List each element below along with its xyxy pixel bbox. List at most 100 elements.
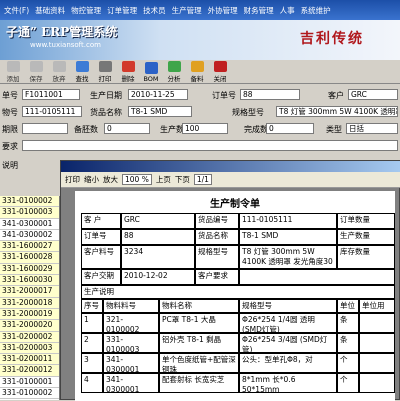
next-page-button[interactable]: 下页 (175, 174, 190, 185)
list-item[interactable]: 331-0200012 (0, 365, 59, 377)
cell-h3: 订单数量 (337, 213, 395, 229)
menu-base[interactable]: 基础资料 (35, 5, 65, 16)
zoom-select[interactable]: 100 % (122, 174, 152, 185)
order-no-label: 单号 (2, 91, 18, 100)
part-no-label: 物号 (2, 108, 18, 117)
type-label: 类型 (326, 125, 342, 134)
menu-production[interactable]: 生产管理 (172, 5, 202, 16)
done-field[interactable]: 0 (266, 123, 314, 134)
stock-field[interactable]: 0 (104, 123, 150, 134)
find-button[interactable]: 查找 (71, 61, 93, 83)
analyze-icon (167, 61, 181, 72)
order-no-field[interactable]: F1011001 (22, 89, 80, 100)
list-item[interactable]: 331-0100003 (0, 207, 59, 219)
delete-button[interactable]: 删除 (117, 61, 139, 83)
list-item[interactable]: 331-2000020 (0, 320, 59, 332)
menu-bar: 文件(F) 基础资料 物控管理 订单管理 技术员 生产管理 外协管理 财务管理 … (0, 0, 400, 20)
goods-no-field[interactable]: T8-1 SMD (128, 106, 192, 117)
list-item[interactable]: 341-0300002 (0, 230, 59, 242)
table-cell: 公头：型单孔Φ8，对 (239, 353, 337, 373)
add-button[interactable]: 添加 (2, 61, 24, 83)
material-list[interactable]: 331-0100002 331-0100003 341-0300001 341-… (0, 196, 60, 400)
qty-label: 生产数 (160, 125, 184, 134)
order-form: 单号 F1011001 生产日期 2010-11-25 订单号 88 客户 GR… (0, 84, 400, 170)
save-button[interactable]: 保存 (25, 61, 47, 83)
prod-date-field[interactable]: 2010-11-25 (128, 89, 188, 100)
menu-file[interactable]: 文件(F) (4, 5, 29, 16)
preview-toolbar: 打印 缩小 放大 100 % 上页 下页 1/1 (61, 172, 400, 188)
prod-date-label: 生产日期 (90, 91, 122, 100)
menu-hr[interactable]: 人事 (280, 5, 295, 16)
cell-h7: 客户料号 (81, 245, 121, 269)
table-cell: Φ26*254 1/4圆 透明 (SMD灯管) (239, 313, 337, 333)
table-cell (359, 373, 395, 393)
list-item[interactable]: 331-1600027 (0, 241, 59, 253)
prepare-icon (190, 61, 204, 72)
prev-page-button[interactable]: 上页 (156, 174, 171, 185)
list-item[interactable]: 341-0300001 (0, 219, 59, 230)
cell-h11: 客户要求 (195, 269, 239, 285)
cell-v2: 111-0105111 (239, 213, 337, 229)
zoom-out-button[interactable]: 缩小 (84, 174, 99, 185)
menu-outsource[interactable]: 外协管理 (208, 5, 238, 16)
list-item[interactable]: 331-0200003 (0, 342, 59, 355)
order-code-field[interactable]: 88 (240, 89, 300, 100)
bom-button[interactable]: BOM (140, 61, 162, 83)
part-no-field[interactable]: 111-0105111 (22, 106, 82, 117)
menu-tech[interactable]: 技术员 (143, 5, 166, 16)
cell-v10: 2010-12-02 (121, 269, 195, 285)
spec-field[interactable]: T8 灯管 300mm 5W 4100K 透明罩 (276, 106, 398, 117)
table-cell (359, 353, 395, 373)
list-item[interactable]: 331-2000018 (0, 297, 59, 309)
table-cell (359, 313, 395, 333)
list-item[interactable]: 331-1600028 (0, 252, 59, 264)
cancel-icon (52, 61, 66, 72)
prepare-button[interactable]: 备料 (186, 61, 208, 83)
brand-slogan: 吉利传统 (300, 31, 364, 47)
qty-field[interactable]: 100 (182, 123, 228, 134)
list-item[interactable]: 331-1600029 (0, 263, 59, 276)
list-item[interactable]: 331-0200002 (0, 331, 59, 343)
cell-v7: 3234 (121, 245, 195, 269)
table-cell: PC罩 T8-1 大晶 (159, 313, 239, 333)
list-item[interactable]: 331-1600030 (0, 275, 59, 287)
table-cell: 4 (81, 373, 103, 393)
page-indicator[interactable]: 1/1 (193, 174, 212, 185)
printer-icon (98, 61, 112, 72)
menu-finance[interactable]: 财务管理 (244, 5, 274, 16)
require-field[interactable] (22, 140, 398, 151)
print-button[interactable]: 打印 (94, 61, 116, 83)
zoom-in-button[interactable]: 放大 (103, 174, 118, 185)
table-cell: 个 (337, 353, 359, 373)
delete-icon (121, 61, 135, 72)
customer-field[interactable]: GRC (348, 89, 398, 100)
menu-material[interactable]: 物控管理 (71, 5, 101, 16)
list-item[interactable]: 331-0100002 (0, 388, 59, 400)
analyze-button[interactable]: 分析 (163, 61, 185, 83)
cancel-button[interactable]: 放弃 (48, 61, 70, 83)
list-item[interactable]: 331-0200011 (0, 354, 59, 366)
cell-h8: 规格型号 (195, 245, 239, 269)
menu-system[interactable]: 系统维护 (301, 5, 331, 16)
table-cell: 341-0300001 (103, 353, 159, 373)
brand-name: 子通” ERP管理系统 (6, 25, 118, 39)
cell-v5: T8-1 SMD (239, 229, 337, 245)
table-cell: Φ26*254 3/4圆 (SMD灯管) (239, 333, 337, 353)
menu-order[interactable]: 订单管理 (107, 5, 137, 16)
table-cell: 1 (81, 313, 103, 333)
list-item[interactable]: 331-0100001 (0, 377, 59, 389)
cell-v11 (239, 269, 395, 285)
close-button[interactable]: 关闭 (209, 61, 231, 83)
done-label: 完成数 (244, 125, 268, 134)
print-preview-button[interactable]: 打印 (65, 174, 80, 185)
type-field[interactable]: 日括 (346, 123, 398, 134)
cell-v8: T8 灯管 300mm 5W 4100K 透明罩 发光角度30 (239, 245, 337, 269)
col-usage: 单位用 (359, 299, 395, 313)
report-page: 生产制令单 客 户 GRC 货品编号 111-0105111 订单数量 订单号 … (75, 191, 395, 401)
list-item[interactable]: 331-2000019 (0, 308, 59, 321)
print-preview-window: 打印 缩小 放大 100 % 上页 下页 1/1 生产制令单 客 户 GRC 货… (60, 160, 400, 401)
col-unit: 单位 (337, 299, 359, 313)
list-item[interactable]: 331-2000017 (0, 286, 59, 298)
finish-date-field[interactable] (22, 123, 68, 134)
list-item[interactable]: 331-0100002 (0, 196, 59, 208)
